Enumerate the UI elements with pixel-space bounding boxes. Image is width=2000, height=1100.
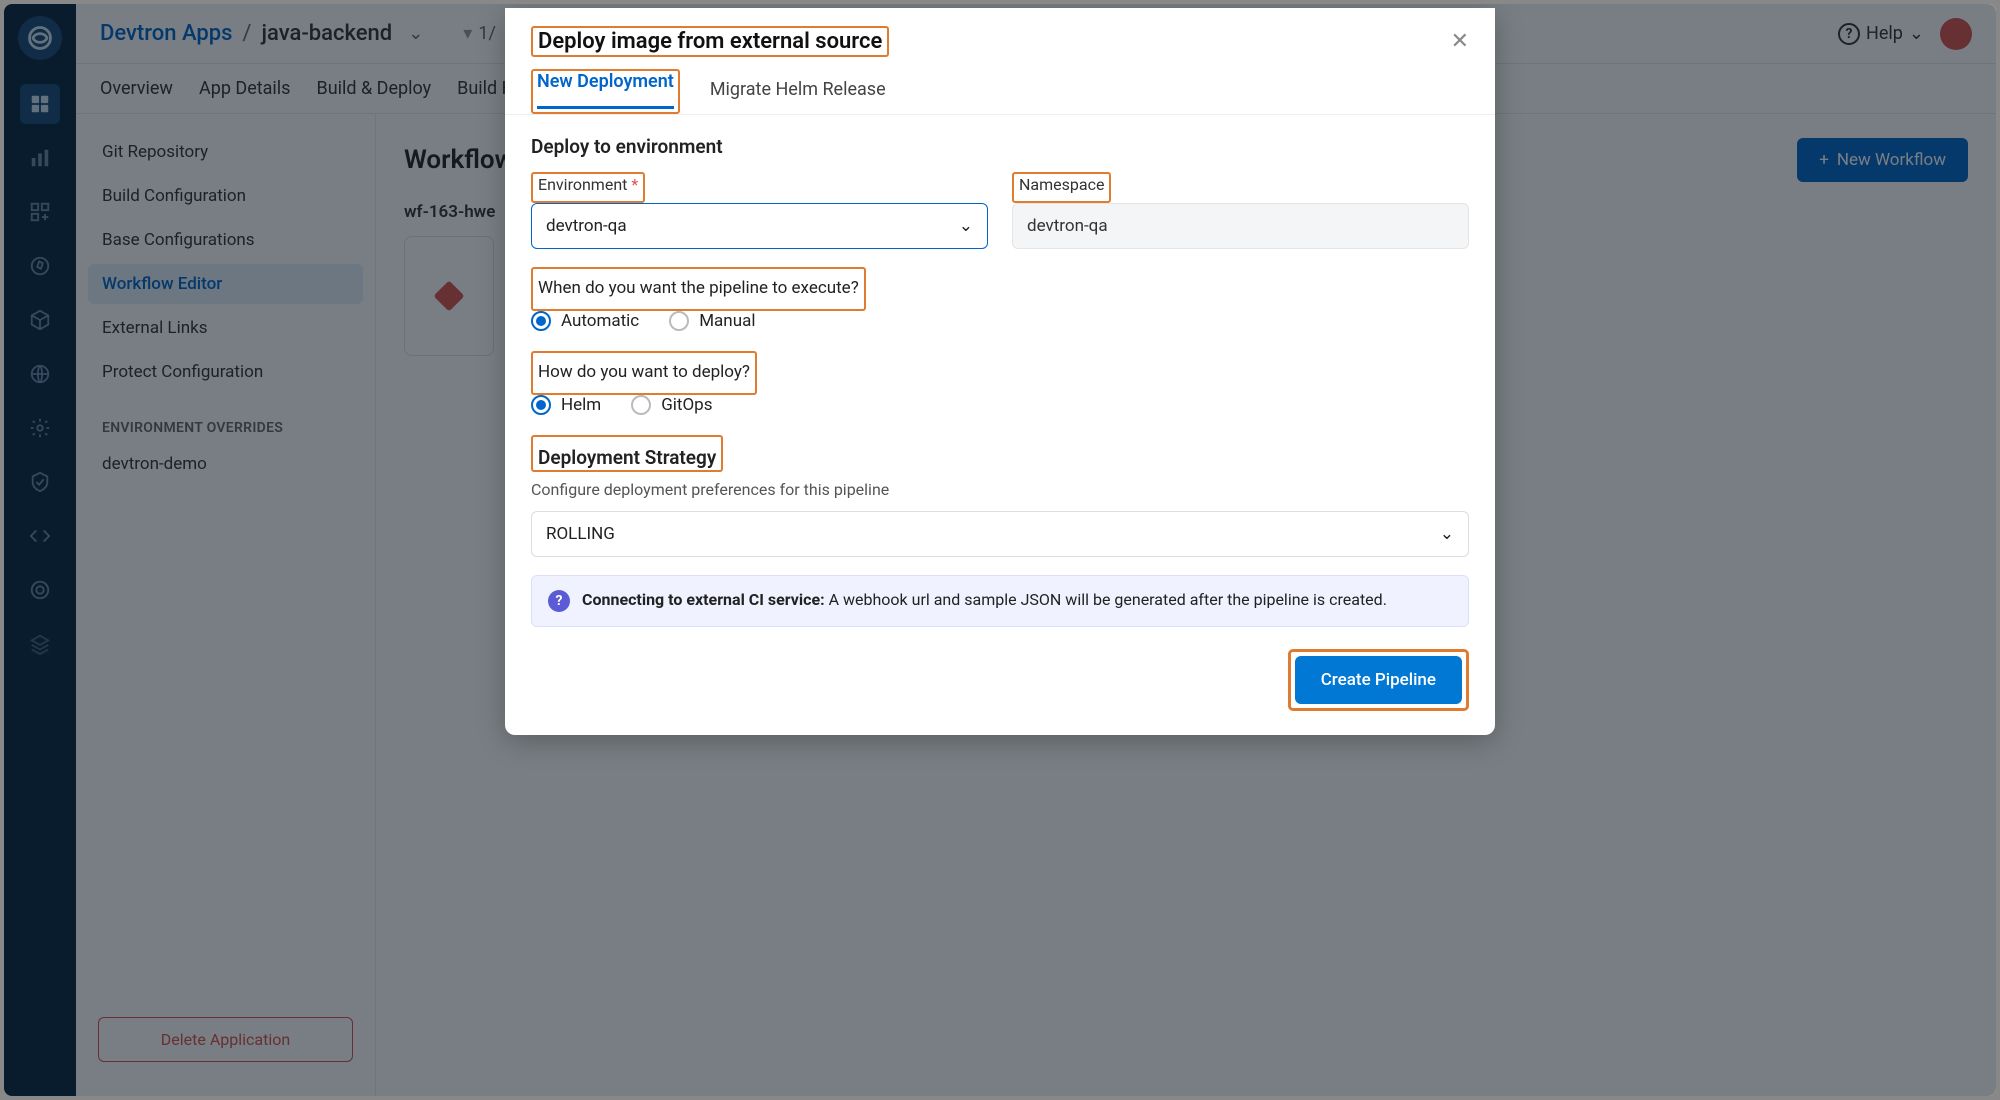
close-icon[interactable]: ✕ [1451,29,1469,54]
info-icon: ? [548,590,570,612]
exec-auto-label: Automatic [561,311,639,331]
strategy-title: Deployment Strategy [538,446,716,469]
section-deploy-env: Deploy to environment [531,135,1469,158]
deploy-question: How do you want to deploy? [538,362,750,382]
execute-options: Automatic Manual [531,311,1469,331]
namespace-label: Namespace [1019,175,1104,194]
strategy-subtitle: Configure deployment preferences for thi… [531,480,1469,499]
exec-option-manual[interactable]: Manual [669,311,755,331]
deploy-gitops-label: GitOps [661,395,712,415]
info-banner: ? Connecting to external CI service: A w… [531,575,1469,627]
deploy-option-helm[interactable]: Helm [531,395,601,415]
exec-option-automatic[interactable]: Automatic [531,311,639,331]
radio-unchecked-icon [631,395,651,415]
execute-question: When do you want the pipeline to execute… [538,278,859,298]
radio-unchecked-icon [669,311,689,331]
chevron-down-icon: ⌄ [959,216,973,236]
deploy-options: Helm GitOps [531,395,1469,415]
environment-select[interactable]: devtron-qa ⌄ [531,203,988,249]
namespace-field: devtron-qa [1012,203,1469,249]
modal-title: Deploy image from external source [538,29,882,54]
strategy-value: ROLLING [546,524,615,544]
strategy-select[interactable]: ROLLING ⌄ [531,511,1469,557]
deploy-option-gitops[interactable]: GitOps [631,395,712,415]
deploy-helm-label: Helm [561,395,601,415]
radio-checked-icon [531,311,551,331]
info-text: Connecting to external CI service: A web… [582,590,1387,609]
radio-checked-icon [531,395,551,415]
modal-tabs: New Deployment Migrate Helm Release [505,69,1495,115]
deploy-modal: Deploy image from external source ✕ New … [505,8,1495,735]
chevron-down-icon: ⌄ [1440,524,1454,544]
create-pipeline-button[interactable]: Create Pipeline [1295,656,1462,704]
exec-manual-label: Manual [699,311,755,331]
env-label: Environment * [538,175,638,194]
modal-tab-migrate[interactable]: Migrate Helm Release [710,69,886,114]
modal-tab-new[interactable]: New Deployment [537,61,674,109]
namespace-value: devtron-qa [1027,216,1108,236]
environment-value: devtron-qa [546,216,627,236]
